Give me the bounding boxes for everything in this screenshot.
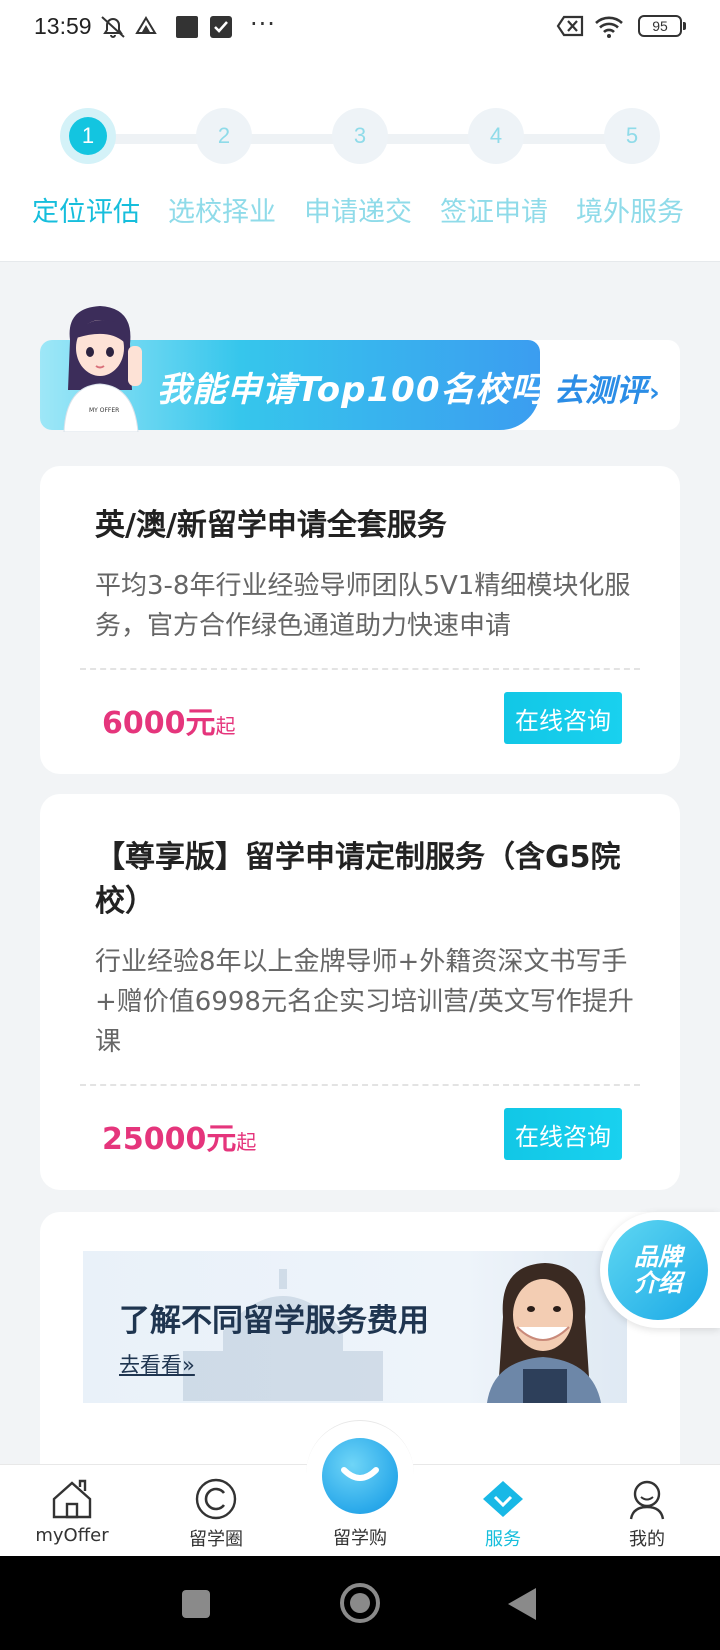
go-look-link[interactable]: 去看看» [119, 1349, 195, 1379]
circle-icon [195, 1478, 237, 1520]
nav-label: myOffer [35, 1525, 109, 1546]
nav-label-study-shop[interactable]: 留学购 [300, 1524, 420, 1550]
nav-item-myoffer[interactable]: myOffer [12, 1465, 132, 1557]
status-bar: 13:59 ··· 95 [0, 0, 720, 54]
more-icon: ··· [250, 10, 276, 38]
nav-label: 服务 [485, 1529, 521, 1550]
step-5[interactable]: 5 [604, 108, 660, 164]
service-price: 6000元起 [102, 698, 236, 742]
service-card-2[interactable]: 【尊享版】留学申请定制服务（含G5院校） 行业经验8年以上金牌导师+外籍资深文书… [40, 794, 680, 1190]
step-4[interactable]: 4 [468, 108, 524, 164]
nav-item-study-circle[interactable]: 留学圈 [156, 1465, 276, 1557]
brand-intro-button[interactable]: 品牌 介绍 [600, 1212, 720, 1328]
step-3-label[interactable]: 申请递交 [304, 190, 412, 229]
smiling-woman-photo [487, 1263, 601, 1403]
smile-ball-icon [341, 1467, 379, 1481]
step-5-label[interactable]: 境外服务 [576, 190, 684, 229]
svg-text:MY OFFER: MY OFFER [89, 407, 119, 414]
price-value: 6000元 [102, 706, 216, 741]
mute-icon [101, 16, 125, 38]
service-card-1[interactable]: 英/澳/新留学申请全套服务 平均3-8年行业经验导师团队5V1精细模块化服务，官… [40, 466, 680, 774]
profile-icon [629, 1480, 665, 1520]
system-nav-bar [0, 1556, 720, 1650]
nav-item-services[interactable]: 服务 [443, 1465, 563, 1557]
price-value: 25000元 [102, 1122, 237, 1157]
service-price: 25000元起 [102, 1114, 256, 1158]
nav-label: 我的 [629, 1529, 665, 1550]
go-look-label: 去看看 [119, 1353, 182, 1377]
progress-stepper: 1 2 3 4 5 定位评估 选校择业 申请递交 签证申请 境外服务 [0, 54, 720, 262]
brand-intro-line2: 介绍 [634, 1269, 682, 1297]
square-icon [176, 16, 198, 38]
step-2[interactable]: 2 [196, 108, 252, 164]
price-suffix: 起 [236, 1130, 257, 1154]
cartoon-girl-illustration: MY OFFER [63, 306, 142, 432]
service-card-title: 【尊享版】留学申请定制服务（含G5院校） [95, 840, 621, 919]
home-button[interactable] [340, 1583, 380, 1623]
price-suffix: 起 [215, 714, 236, 738]
status-time: 13:59 [34, 13, 92, 39]
wifi-icon [595, 16, 623, 38]
nav-label: 留学圈 [189, 1529, 243, 1550]
sim-off-icon [556, 15, 584, 37]
assessment-banner-text: 我能申请Top100名校吗 [157, 370, 546, 410]
step-1[interactable]: 1 [60, 108, 116, 164]
card-divider [80, 1084, 640, 1086]
brand-intro-line1: 品牌 [634, 1243, 682, 1271]
card-divider [80, 668, 640, 670]
diamond-icon [483, 1481, 523, 1517]
back-button[interactable] [508, 1588, 536, 1620]
double-chevron-icon: » [182, 1353, 195, 1377]
service-card-description: 行业经验8年以上金牌导师+外籍资深文书写手+赠价值6998元名企实习培训营/英文… [95, 947, 634, 1057]
recent-apps-button[interactable] [182, 1590, 210, 1618]
battery-icon: 95 [638, 15, 686, 37]
online-consult-button[interactable]: 在线咨询 [504, 1108, 622, 1160]
go-assess-label: 去测评 [554, 373, 647, 409]
step-3[interactable]: 3 [332, 108, 388, 164]
brand-intro-circle: 品牌 介绍 [608, 1220, 708, 1320]
fees-banner-title: 了解不同留学服务费用 [119, 1303, 429, 1339]
step-1-label[interactable]: 定位评估 [32, 190, 140, 229]
go-assess-link[interactable]: 去测评› [554, 365, 660, 410]
chevron-right-icon: › [649, 378, 660, 408]
step-4-label[interactable]: 签证申请 [440, 190, 548, 229]
service-card-title: 英/澳/新留学申请全套服务 [95, 508, 447, 543]
home-icon [52, 1479, 92, 1519]
nav-item-mine[interactable]: 我的 [587, 1465, 707, 1557]
step-1-number: 1 [69, 117, 107, 155]
drive-icon [135, 16, 157, 34]
nav-item-study-shop[interactable] [322, 1438, 398, 1514]
check-icon [210, 16, 232, 38]
service-fees-banner[interactable]: 了解不同留学服务费用 去看看» [83, 1251, 627, 1403]
online-consult-button[interactable]: 在线咨询 [504, 692, 622, 744]
step-2-label[interactable]: 选校择业 [168, 190, 276, 229]
service-card-description: 平均3-8年行业经验导师团队5V1精细模块化服务，官方合作绿色通道助力快速申请 [95, 571, 631, 641]
